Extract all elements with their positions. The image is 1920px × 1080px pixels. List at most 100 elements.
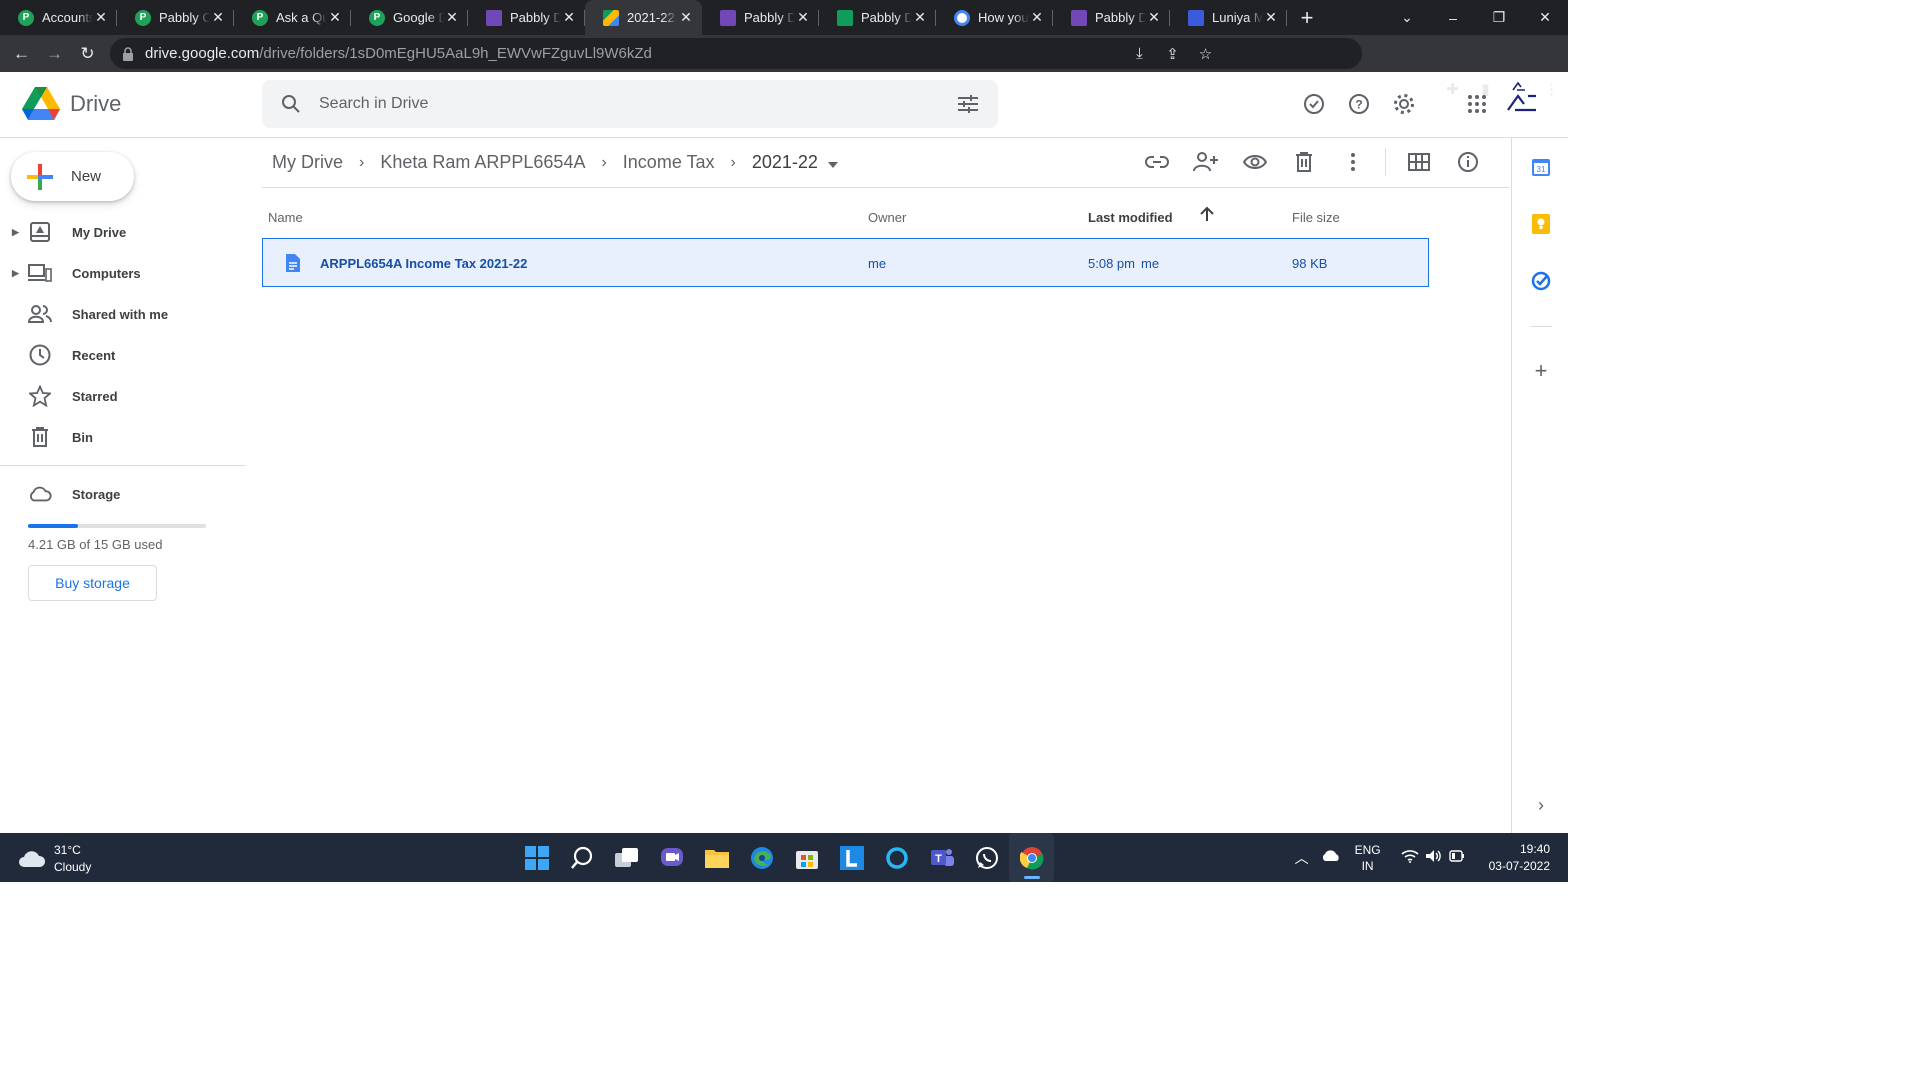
sort-arrow-up-icon[interactable] — [1200, 206, 1214, 225]
tab-search-icon[interactable]: ⌄ — [1384, 9, 1430, 26]
account-avatar[interactable] — [1499, 84, 1544, 124]
browser-tab[interactable]: P Pabbly Co✕ — [117, 0, 234, 35]
sidebar-item-storage[interactable]: Storage — [0, 476, 246, 512]
folder-dropdown-icon[interactable] — [827, 152, 838, 173]
tab-close-icon[interactable]: ✕ — [678, 9, 694, 26]
search-box[interactable]: Search in Drive — [262, 80, 998, 128]
weather-widget[interactable]: 31°C Cloudy — [18, 842, 91, 876]
volume-icon[interactable] — [1425, 849, 1443, 866]
reload-button[interactable]: ↻ — [71, 44, 104, 64]
back-button[interactable]: ← — [5, 44, 38, 64]
drive-logo[interactable]: Drive — [22, 87, 121, 121]
breadcrumb-item[interactable]: My Drive — [272, 152, 343, 173]
install-icon[interactable]: ⤓ — [1123, 45, 1156, 62]
sidebar-item-my-drive[interactable]: ▶ My Drive — [0, 214, 246, 250]
offline-ready-icon[interactable] — [1291, 84, 1336, 124]
breadcrumb-item[interactable]: 2021-22 — [752, 152, 818, 173]
browser-tab[interactable]: 2021-22 ✕ — [585, 0, 702, 35]
keep-icon[interactable] — [1531, 214, 1551, 234]
task-view-icon[interactable] — [604, 833, 649, 882]
sidebar-item-starred[interactable]: Starred — [0, 378, 246, 414]
column-name[interactable]: Name — [268, 210, 303, 225]
l-app-icon[interactable] — [829, 833, 874, 882]
teams-icon[interactable]: T — [919, 833, 964, 882]
breadcrumb-item[interactable]: Income Tax — [623, 152, 715, 173]
grid-view-icon[interactable] — [1394, 144, 1443, 180]
tab-close-icon[interactable]: ✕ — [444, 9, 460, 26]
sidebar-item-label: Bin — [72, 429, 93, 445]
column-file-size[interactable]: File size — [1292, 210, 1340, 225]
help-icon[interactable]: ? — [1336, 84, 1381, 124]
bookmark-star-icon[interactable]: ☆ — [1189, 45, 1222, 63]
details-info-icon[interactable] — [1443, 144, 1492, 180]
browser-tab[interactable]: Pabbly Do✕ — [468, 0, 585, 35]
close-window-button[interactable]: ✕ — [1522, 9, 1568, 26]
sidebar-item-bin[interactable]: Bin — [0, 419, 246, 455]
tab-close-icon[interactable]: ✕ — [795, 9, 811, 26]
edge-browser-icon[interactable] — [739, 833, 784, 882]
column-last-modified[interactable]: Last modified — [1088, 210, 1173, 225]
new-tab-button[interactable]: + — [1293, 4, 1321, 32]
window-controls: ⌄ – ❐ ✕ — [1384, 0, 1568, 35]
breadcrumb-item[interactable]: Kheta Ram ARPPL6654A — [380, 152, 585, 173]
browser-tab[interactable]: P Ask a Qu ✕ — [234, 0, 351, 35]
sidebar-item-computers[interactable]: ▶ Computers — [0, 255, 246, 291]
file-explorer-icon[interactable] — [694, 833, 739, 882]
browser-tab[interactable]: P Accounts ✕ — [0, 0, 117, 35]
remove-trash-icon[interactable] — [1279, 144, 1328, 180]
chrome-icon[interactable] — [1009, 833, 1054, 882]
share-person-icon[interactable] — [1181, 144, 1230, 180]
tab-close-icon[interactable]: ✕ — [1146, 9, 1162, 26]
search-input[interactable]: Search in Drive — [319, 95, 428, 113]
url-bar[interactable]: drive.google.com/drive/folders/1sD0mEgHU… — [110, 38, 1362, 69]
buy-storage-button[interactable]: Buy storage — [28, 565, 157, 601]
new-button[interactable]: New — [11, 152, 134, 201]
share-icon[interactable]: ⇪ — [1156, 45, 1189, 63]
tray-overflow-chevron-icon[interactable]: ︿ — [1295, 848, 1309, 868]
language-indicator[interactable]: ENG IN — [1355, 842, 1381, 874]
browser-tab[interactable]: P Google D ✕ — [351, 0, 468, 35]
browser-tab[interactable]: Pabbly Do✕ — [1053, 0, 1170, 35]
browser-tab[interactable]: Pabbly Do✕ — [702, 0, 819, 35]
settings-gear-icon[interactable] — [1381, 84, 1426, 124]
more-actions-icon[interactable] — [1328, 144, 1377, 180]
restore-button[interactable]: ❐ — [1476, 9, 1522, 26]
forward-button[interactable]: → — [38, 44, 71, 64]
tab-close-icon[interactable]: ✕ — [912, 9, 928, 26]
tab-close-icon[interactable]: ✕ — [1263, 9, 1279, 26]
get-link-icon[interactable] — [1132, 144, 1181, 180]
tasks-icon[interactable] — [1531, 271, 1551, 291]
windows-start-icon[interactable] — [514, 833, 559, 882]
expand-arrow-icon[interactable]: ▶ — [12, 268, 19, 279]
onedrive-cloud-icon[interactable] — [1321, 850, 1341, 865]
cortana-icon[interactable] — [874, 833, 919, 882]
tab-close-icon[interactable]: ✕ — [1029, 9, 1045, 26]
search-options-icon[interactable] — [958, 95, 978, 113]
taskbar-search-icon[interactable] — [559, 833, 604, 882]
table-row[interactable]: ARPPL6654A Income Tax 2021-22 me 5:08 pm… — [262, 238, 1429, 287]
tab-close-icon[interactable]: ✕ — [561, 9, 577, 26]
browser-tab[interactable]: Luniya M ✕ — [1170, 0, 1287, 35]
sidebar-item-recent[interactable]: Recent — [0, 337, 246, 373]
sidebar-item-shared-with-me[interactable]: Shared with me — [0, 296, 246, 332]
tab-close-icon[interactable]: ✕ — [210, 9, 226, 26]
teams-chat-icon[interactable] — [649, 833, 694, 882]
browser-tab[interactable]: Pabbly Do✕ — [819, 0, 936, 35]
tab-close-icon[interactable]: ✕ — [327, 9, 343, 26]
microsoft-store-icon[interactable] — [784, 833, 829, 882]
chevron-right-icon[interactable]: › — [1531, 795, 1551, 815]
minimize-button[interactable]: – — [1430, 10, 1476, 26]
calendar-icon[interactable]: 31 — [1531, 157, 1551, 177]
wifi-icon[interactable] — [1401, 849, 1419, 866]
search-icon[interactable] — [281, 94, 301, 114]
preview-eye-icon[interactable] — [1230, 144, 1279, 180]
battery-icon[interactable] — [1448, 850, 1465, 865]
add-addon-icon[interactable]: + — [1531, 358, 1551, 383]
browser-tab[interactable]: How your ✕ — [936, 0, 1053, 35]
column-owner[interactable]: Owner — [868, 210, 906, 225]
expand-arrow-icon[interactable]: ▶ — [12, 227, 19, 238]
clock[interactable]: 19:40 03-07-2022 — [1489, 841, 1550, 875]
apps-grid-icon[interactable] — [1454, 84, 1499, 124]
tab-close-icon[interactable]: ✕ — [93, 9, 109, 26]
whatsapp-icon[interactable] — [964, 833, 1009, 882]
